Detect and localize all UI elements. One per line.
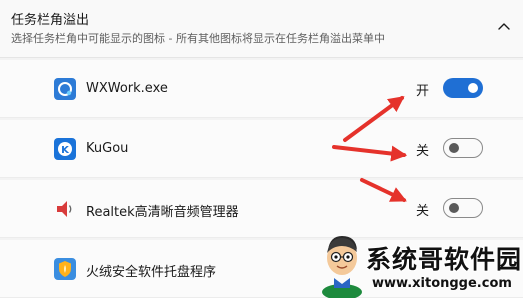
watermark: 系统哥软件园 www.xitongge.com xyxy=(316,228,523,298)
section-title: 任务栏角溢出 xyxy=(11,13,90,28)
app-row-wxwork: WXWork.exe 开 xyxy=(0,60,523,118)
watermark-url: www.xitongge.com xyxy=(372,276,512,291)
speaker-icon xyxy=(54,198,76,220)
realtek-toggle[interactable] xyxy=(443,198,483,218)
wxwork-icon xyxy=(54,78,76,100)
app-name: 火绒安全软件托盘程序 xyxy=(86,265,217,280)
shield-icon xyxy=(54,258,76,280)
kugou-toggle[interactable] xyxy=(443,138,483,158)
app-name: WXWork.exe xyxy=(86,81,168,96)
toggle-knob xyxy=(449,203,459,213)
chevron-up-icon[interactable] xyxy=(494,16,514,36)
app-name: Realtek高清晰音频管理器 xyxy=(86,205,239,220)
wxwork-toggle[interactable] xyxy=(443,78,483,98)
toggle-state-label: 关 xyxy=(416,204,430,219)
kugou-icon: K xyxy=(54,138,76,160)
section-subtitle: 选择任务栏角中可能显示的图标 - 所有其他图标将显示在任务栏角溢出菜单中 xyxy=(11,32,385,45)
toggle-state-label: 开 xyxy=(416,84,430,99)
watermark-text: 系统哥软件园 xyxy=(366,245,523,274)
app-row-kugou: K KuGou 关 xyxy=(0,120,523,178)
mascot-logo xyxy=(322,236,362,298)
toggle-state-label: 关 xyxy=(416,144,430,159)
svg-text:K: K xyxy=(61,145,70,156)
app-name: KuGou xyxy=(86,141,129,156)
toggle-knob xyxy=(468,83,478,93)
toggle-knob xyxy=(449,143,459,153)
section-header[interactable]: 任务栏角溢出 选择任务栏角中可能显示的图标 - 所有其他图标将显示在任务栏角溢出… xyxy=(0,0,523,58)
